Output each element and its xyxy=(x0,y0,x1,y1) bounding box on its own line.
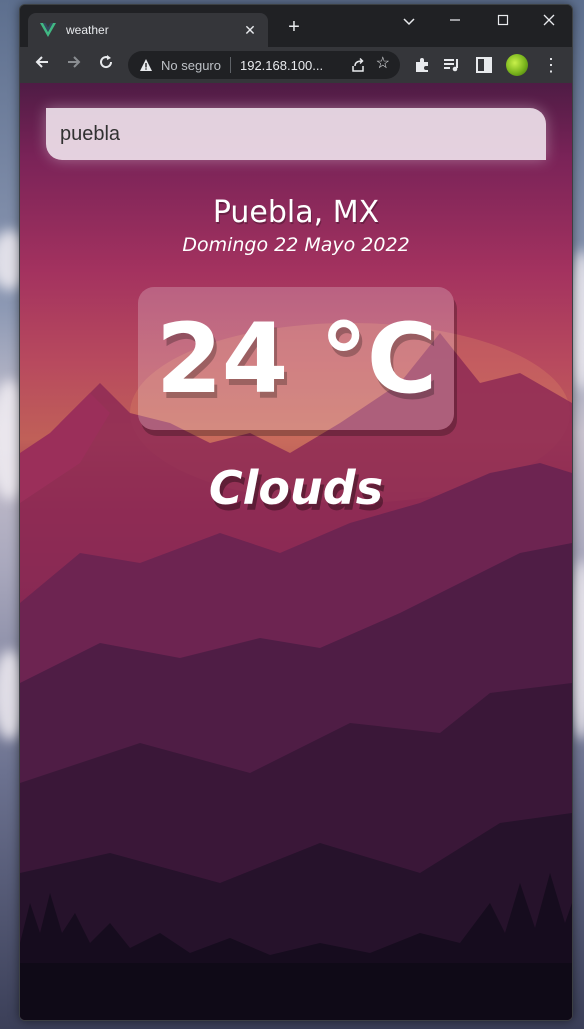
weather-condition: Clouds xyxy=(208,461,384,515)
share-icon[interactable] xyxy=(350,57,366,73)
weather-app: Puebla, MX Domingo 22 Mayo 2022 24 °C Cl… xyxy=(20,83,572,1020)
tab-search-icon[interactable] xyxy=(386,9,432,35)
media-queue-icon[interactable] xyxy=(442,55,462,75)
security-status: No seguro xyxy=(161,57,221,73)
close-tab-icon[interactable]: ✕ xyxy=(240,22,260,39)
search-box xyxy=(46,108,546,160)
tab-title: weather xyxy=(66,23,109,37)
maximize-button[interactable] xyxy=(480,9,526,35)
browser-tab[interactable]: weather ✕ xyxy=(28,13,268,47)
vue-logo-icon xyxy=(40,23,56,37)
warning-icon xyxy=(140,59,152,71)
reload-icon[interactable] xyxy=(94,53,118,77)
browser-window: weather ✕ + No seguro 192.168.100... ☆ ⋮… xyxy=(19,4,573,1021)
temperature-value: 24 °C xyxy=(155,302,437,415)
back-arrow-icon[interactable] xyxy=(30,53,54,77)
temperature-card: 24 °C xyxy=(138,287,454,430)
close-window-button[interactable] xyxy=(526,9,572,35)
location-name: Puebla, MX xyxy=(212,195,380,230)
minimize-button[interactable] xyxy=(432,9,478,35)
date-label: Domingo 22 Mayo 2022 xyxy=(182,234,410,256)
title-bar: weather ✕ + xyxy=(20,5,572,47)
url-text: 192.168.100... xyxy=(239,57,324,73)
divider xyxy=(229,57,231,73)
menu-kebab-icon[interactable]: ⋮ xyxy=(542,53,560,77)
profile-avatar[interactable] xyxy=(506,54,528,76)
search-input[interactable] xyxy=(46,108,546,160)
extensions-puzzle-icon[interactable] xyxy=(412,55,432,75)
new-tab-button[interactable]: + xyxy=(282,17,306,37)
browser-toolbar: No seguro 192.168.100... ☆ ⋮ xyxy=(20,47,572,83)
forward-arrow-icon[interactable] xyxy=(62,53,86,77)
side-panel-icon[interactable] xyxy=(474,55,494,75)
bookmark-star-icon[interactable]: ☆ xyxy=(376,53,390,73)
address-bar[interactable]: No seguro 192.168.100... ☆ xyxy=(128,51,400,79)
